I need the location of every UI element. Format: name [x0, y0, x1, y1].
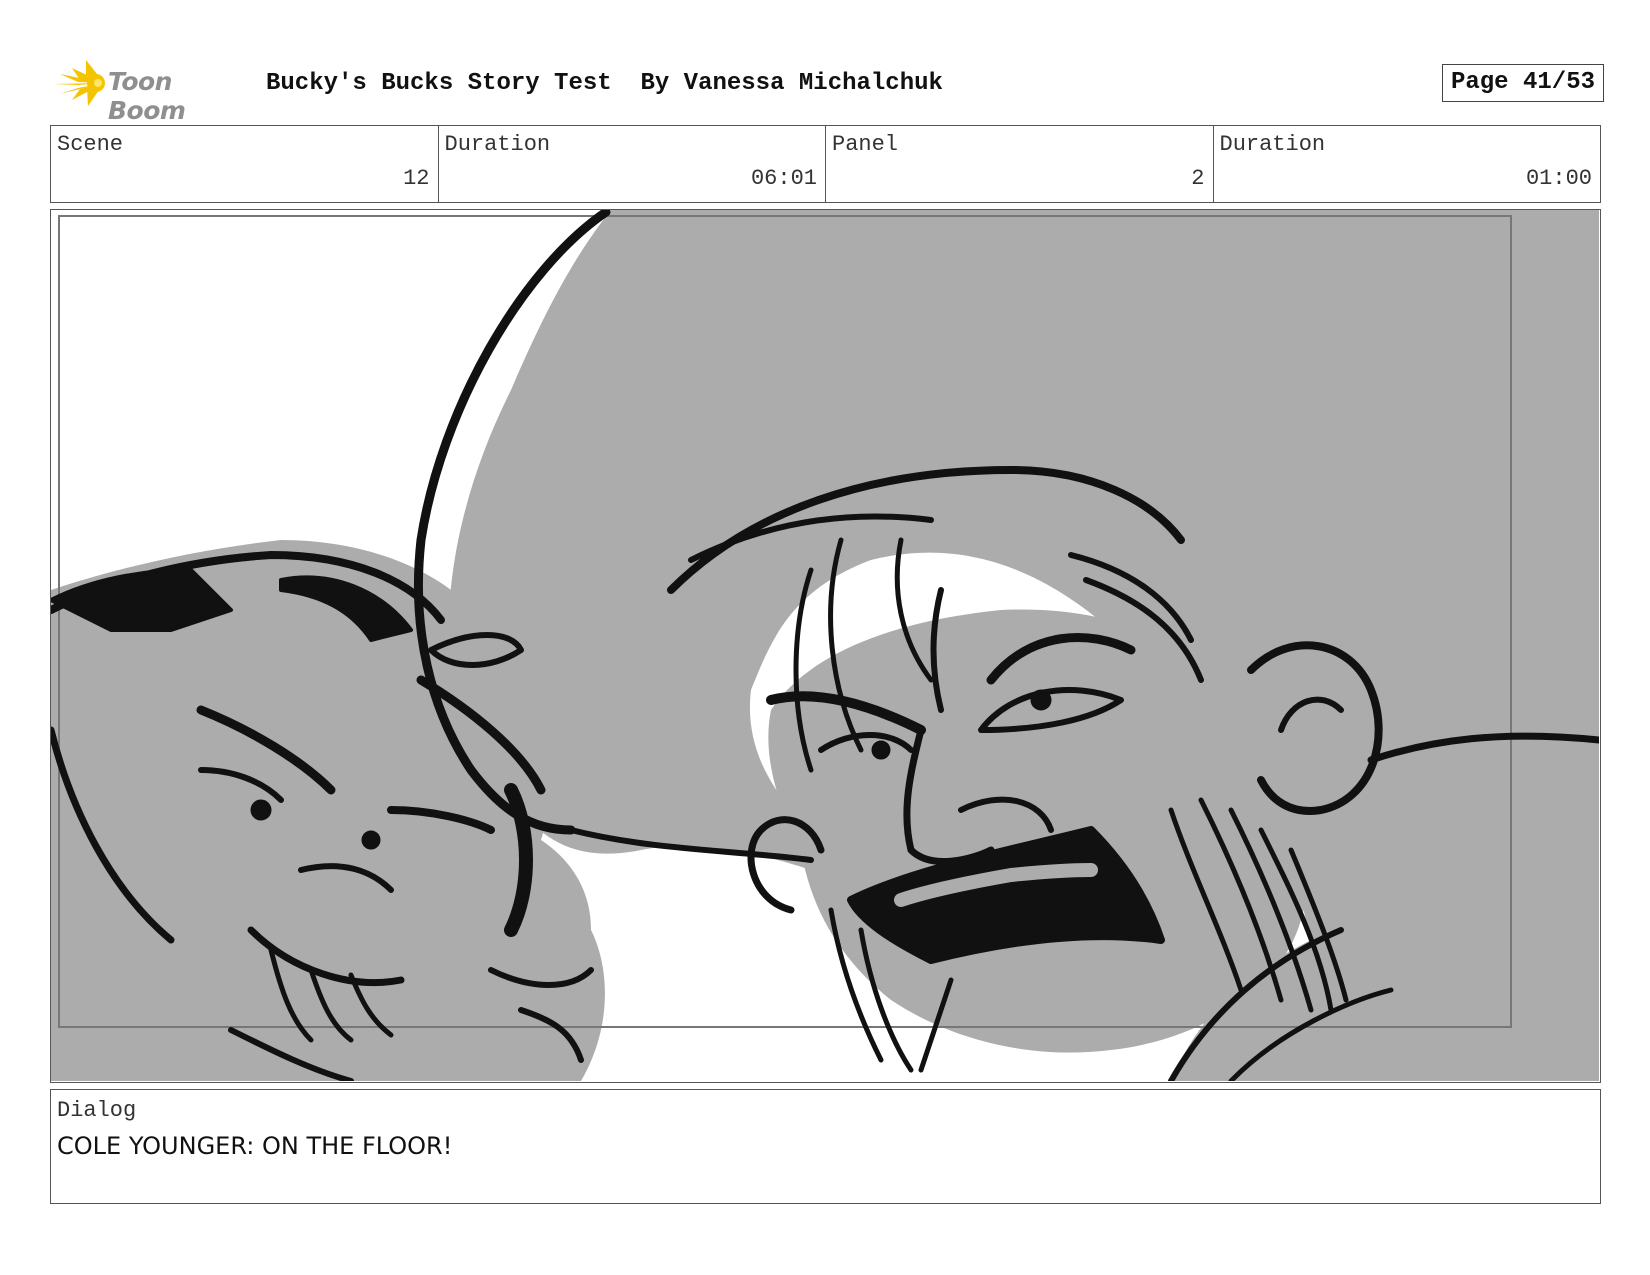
dialog-text: COLE YOUNGER: ON THE FLOOR!	[57, 1132, 453, 1160]
panel-cell: Panel 2	[826, 126, 1214, 202]
panel-duration-cell: Duration 01:00	[1214, 126, 1601, 202]
storyboard-panel	[50, 209, 1601, 1083]
panel-drawing	[51, 210, 1599, 1081]
storyboard-header: Toon Boom Bucky's Bucks Story Test By Va…	[52, 58, 1604, 125]
scene-cell: Scene 12	[51, 126, 439, 202]
panel-duration-label: Duration	[1219, 132, 1326, 157]
storyboard-title: Bucky's Bucks Story Test By Vanessa Mich…	[266, 70, 943, 97]
toon-boom-logo: Toon Boom	[52, 58, 252, 125]
scene-label: Scene	[57, 132, 124, 157]
panel-duration-value: 01:00	[1525, 166, 1592, 191]
scene-duration-label: Duration	[444, 132, 551, 157]
scene-info-row: Scene 12 Duration 06:01 Panel 2 Duration…	[50, 125, 1601, 203]
logo-text: Toon Boom	[108, 67, 186, 125]
page-number: Page 41/53	[1441, 64, 1604, 102]
panel-label: Panel	[832, 132, 899, 157]
scene-duration-value: 06:01	[750, 166, 817, 191]
dialog-box: Dialog COLE YOUNGER: ON THE FLOOR!	[50, 1089, 1601, 1204]
scene-duration-cell: Duration 06:01	[439, 126, 826, 202]
scene-value: 12	[403, 166, 430, 191]
panel-value: 2	[1191, 166, 1205, 191]
dialog-label: Dialog	[57, 1098, 137, 1123]
starburst-logo-icon	[54, 60, 105, 106]
